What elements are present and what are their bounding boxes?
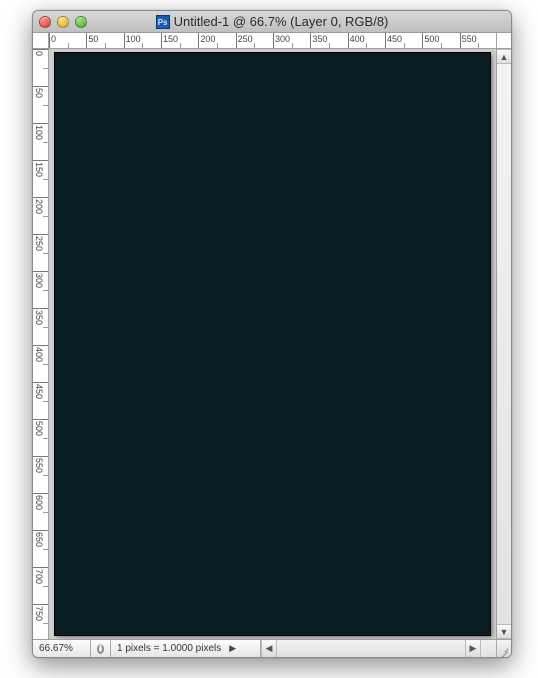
ruler-h-label: 300 bbox=[275, 34, 290, 44]
zoom-value: 66.67% bbox=[39, 643, 73, 654]
ruler-v-label: 50 bbox=[34, 88, 44, 98]
ruler-v-tick bbox=[33, 530, 49, 531]
scrollbar-horizontal[interactable]: ◀ ▶ bbox=[261, 640, 496, 657]
ruler-h-label: 50 bbox=[88, 34, 98, 44]
ruler-v-tick bbox=[33, 86, 49, 87]
spinner-icon bbox=[97, 644, 104, 654]
scroll-down-button[interactable]: ▼ bbox=[497, 624, 511, 639]
ruler-h-label: 0 bbox=[51, 34, 56, 44]
ruler-row-top: 05010015020025030035040045050055060 bbox=[33, 33, 511, 49]
status-info-text: 1 pixels = 1.0000 pixels bbox=[117, 643, 221, 654]
ruler-v-label: 500 bbox=[34, 421, 44, 436]
ruler-v-tick bbox=[33, 123, 49, 124]
ruler-v-tick bbox=[33, 567, 49, 568]
ruler-v-label: 300 bbox=[34, 273, 44, 288]
ruler-horizontal[interactable]: 05010015020025030035040045050055060 bbox=[49, 33, 496, 49]
ruler-h-tick bbox=[198, 33, 199, 49]
scroll-up-button[interactable]: ▲ bbox=[497, 49, 511, 64]
ruler-h-tick bbox=[385, 33, 386, 49]
ruler-h-label: 250 bbox=[238, 34, 253, 44]
ruler-v-tick bbox=[33, 345, 49, 346]
title-bar-text: Untitled-1 @ 66.7% (Layer 0, RGB/8) bbox=[174, 14, 389, 29]
ruler-v-tick bbox=[33, 493, 49, 494]
ruler-v-label: 100 bbox=[34, 125, 44, 140]
ruler-v-label: 550 bbox=[34, 458, 44, 473]
ruler-vertical[interactable]: 0 50 100 150 200 250 300 350 400 450 500 550 600 650 7… bbox=[33, 49, 49, 639]
ruler-v-tick bbox=[33, 234, 49, 235]
ruler-h-label: 200 bbox=[200, 34, 215, 44]
zoom-window-button[interactable] bbox=[75, 16, 87, 28]
document-canvas[interactable] bbox=[55, 53, 490, 635]
scroll-left-button[interactable]: ◀ bbox=[261, 640, 277, 657]
canvas-viewport[interactable] bbox=[49, 49, 496, 639]
ruler-h-tick bbox=[422, 33, 423, 49]
window-controls bbox=[39, 16, 87, 28]
ruler-h-tick bbox=[161, 33, 162, 49]
ruler-v-label: 350 bbox=[34, 310, 44, 325]
ruler-h-label: 400 bbox=[350, 34, 365, 44]
close-window-button[interactable] bbox=[39, 16, 51, 28]
ruler-h-tick bbox=[49, 33, 50, 49]
content-area: 05010015020025030035040045050055060 0501… bbox=[33, 33, 511, 657]
document-window: Untitled-1 @ 66.7% (Layer 0, RGB/8) 0 50 1… bbox=[32, 10, 512, 658]
ruler-h-label: 450 bbox=[387, 34, 402, 44]
ruler-origin-toggle[interactable] bbox=[33, 33, 49, 49]
title-bar[interactable]: Untitled-1 @ 66.7% (Layer 0, RGB/8) bbox=[33, 11, 511, 33]
ruler-v-tick bbox=[33, 271, 49, 272]
ruler-v-label: 700 bbox=[34, 569, 44, 584]
ruler-h-label: 350 bbox=[312, 34, 327, 44]
ruler-v-tick bbox=[33, 160, 49, 161]
ruler-v-label: 0 bbox=[34, 51, 44, 56]
ruler-v-label: 400 bbox=[34, 347, 44, 362]
progress-indicator bbox=[91, 640, 111, 657]
ruler-h-tick bbox=[86, 33, 87, 49]
scrollbar-vertical[interactable]: ▲ ▼ bbox=[496, 49, 511, 639]
ruler-h-tick bbox=[460, 33, 461, 49]
minimize-window-button[interactable] bbox=[57, 16, 69, 28]
scroll-right-button[interactable]: ▶ bbox=[465, 640, 481, 657]
ruler-h-tick bbox=[124, 33, 125, 49]
ruler-v-tick bbox=[33, 49, 49, 50]
ruler-v-tick bbox=[33, 382, 49, 383]
ruler-top-right-gap bbox=[496, 33, 511, 49]
ruler-v-label: 750 bbox=[34, 606, 44, 621]
ruler-v-tick bbox=[33, 308, 49, 309]
ruler-v-tick bbox=[33, 456, 49, 457]
ruler-v-label: 200 bbox=[34, 199, 44, 214]
ruler-h-tick bbox=[348, 33, 349, 49]
ruler-h-label: 550 bbox=[462, 34, 477, 44]
ruler-v-tick bbox=[33, 197, 49, 198]
resize-handle[interactable] bbox=[496, 640, 511, 657]
ruler-v-label: 600 bbox=[34, 495, 44, 510]
ruler-v-label: 650 bbox=[34, 532, 44, 547]
ruler-v-tick bbox=[33, 419, 49, 420]
canvas-row: 0 50 100 150 200 250 300 350 400 450 500 550 600 650 7… bbox=[33, 49, 511, 639]
ruler-v-label: 450 bbox=[34, 384, 44, 399]
ruler-h-label: 150 bbox=[163, 34, 178, 44]
ruler-v-tick bbox=[33, 604, 49, 605]
ruler-v-label: 150 bbox=[34, 162, 44, 177]
ruler-h-label: 500 bbox=[424, 34, 439, 44]
zoom-field[interactable]: 66.67% bbox=[33, 640, 91, 657]
ruler-v-label: 250 bbox=[34, 236, 44, 251]
chevron-right-icon: ▶ bbox=[229, 643, 236, 654]
ruler-h-tick bbox=[273, 33, 274, 49]
title-bar-title: Untitled-1 @ 66.7% (Layer 0, RGB/8) bbox=[33, 14, 511, 29]
ruler-h-label: 100 bbox=[126, 34, 141, 44]
status-info-menu[interactable]: 1 pixels = 1.0000 pixels ▶ bbox=[111, 640, 261, 657]
status-bar: 66.67% 1 pixels = 1.0000 pixels ▶ ◀ ▶ bbox=[33, 639, 511, 657]
ruler-h-tick bbox=[236, 33, 237, 49]
ruler-h-tick bbox=[310, 33, 311, 49]
photoshop-doc-icon bbox=[156, 15, 170, 29]
